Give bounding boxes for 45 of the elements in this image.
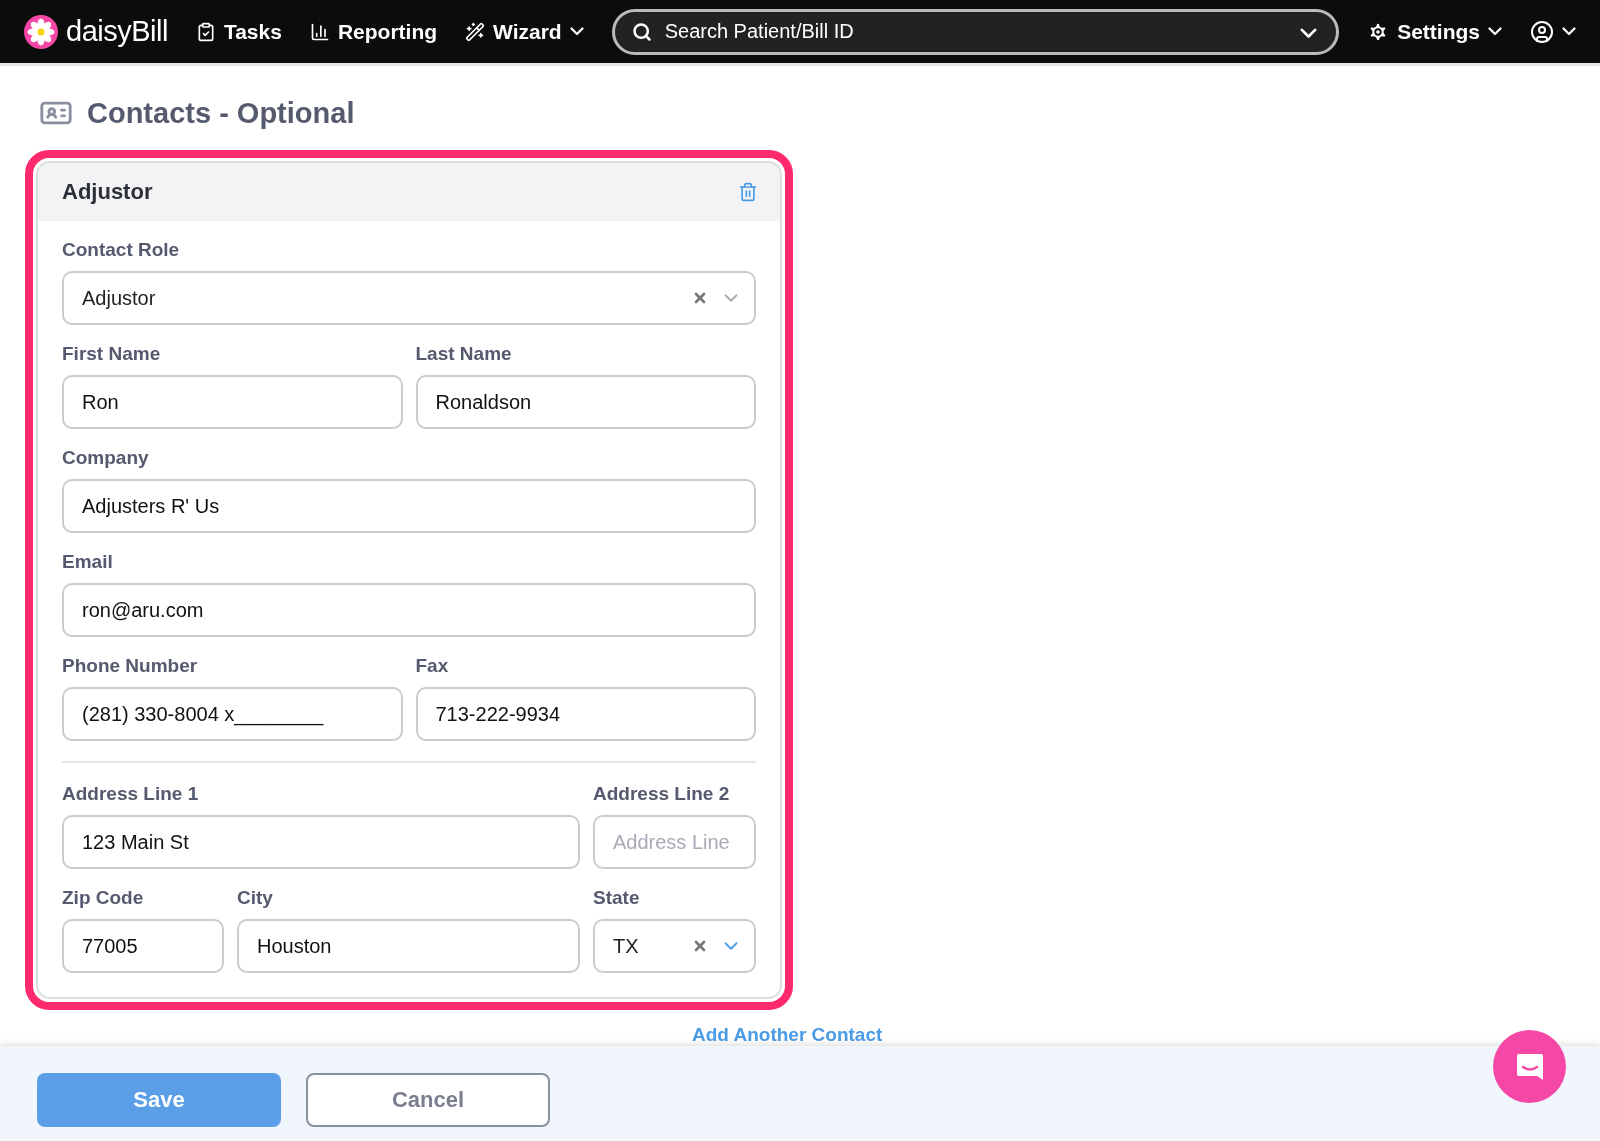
input-field[interactable]: Adjusters R' Us — [62, 479, 756, 533]
search-field[interactable]: Search Patient/Bill ID — [611, 8, 1340, 55]
input-field[interactable]: Address Line — [593, 815, 756, 869]
input-field[interactable]: Ronaldson — [415, 375, 756, 429]
field-label: Address Line 1 — [62, 783, 200, 805]
field-label: Fax — [415, 655, 450, 677]
field-label: City — [237, 887, 274, 909]
input-field[interactable]: Houston — [237, 919, 580, 973]
field-label: First Name — [62, 343, 162, 365]
input-field[interactable]: 713-222-9934 — [415, 687, 756, 741]
select-field[interactable]: TX — [593, 919, 756, 973]
input-field[interactable]: 77005 — [62, 919, 224, 973]
field-label: State — [593, 887, 641, 909]
clear-icon[interactable] — [692, 938, 708, 954]
nav-link[interactable]: Wizard — [465, 19, 584, 44]
chevron-down-icon[interactable] — [1300, 27, 1318, 38]
logo-text[interactable]: daisyBill — [66, 15, 168, 48]
magic-wand-icon — [465, 21, 486, 42]
nav-link[interactable]: Reporting — [309, 19, 438, 44]
field-label: Contact Role — [62, 239, 181, 261]
field-label: Last Name — [415, 343, 513, 365]
card-title: Adjustor — [62, 179, 153, 205]
field-label: Email — [62, 551, 114, 573]
user-avatar-icon — [1530, 19, 1554, 44]
input-field[interactable]: (281) 330-8004 x________ — [62, 687, 403, 741]
field-label: Address Line 2 — [593, 783, 731, 805]
clear-icon[interactable] — [692, 290, 708, 306]
bar-chart-icon — [309, 21, 330, 42]
section-heading: Contacts - Optional — [87, 96, 355, 130]
settings-menu[interactable]: Settings — [1367, 19, 1502, 44]
input-field[interactable]: 123 Main St — [62, 815, 580, 869]
account-menu[interactable] — [1530, 19, 1576, 44]
cancel-button[interactable]: Cancel — [306, 1073, 550, 1127]
field-label: Company — [62, 447, 150, 469]
field-label: Phone Number — [62, 655, 199, 677]
daisy-flower-icon[interactable] — [24, 14, 58, 49]
trash-icon[interactable] — [738, 182, 758, 202]
field-label: Zip Code — [62, 887, 145, 909]
chevron-down-icon — [1488, 27, 1502, 36]
chevron-down-icon — [1562, 27, 1576, 36]
search-icon — [631, 21, 652, 42]
select-field[interactable]: Adjustor — [62, 271, 756, 325]
nav-link[interactable]: Tasks — [195, 19, 282, 44]
input-field[interactable]: ron@aru.com — [62, 583, 756, 637]
input-field[interactable]: Ron — [62, 375, 403, 429]
